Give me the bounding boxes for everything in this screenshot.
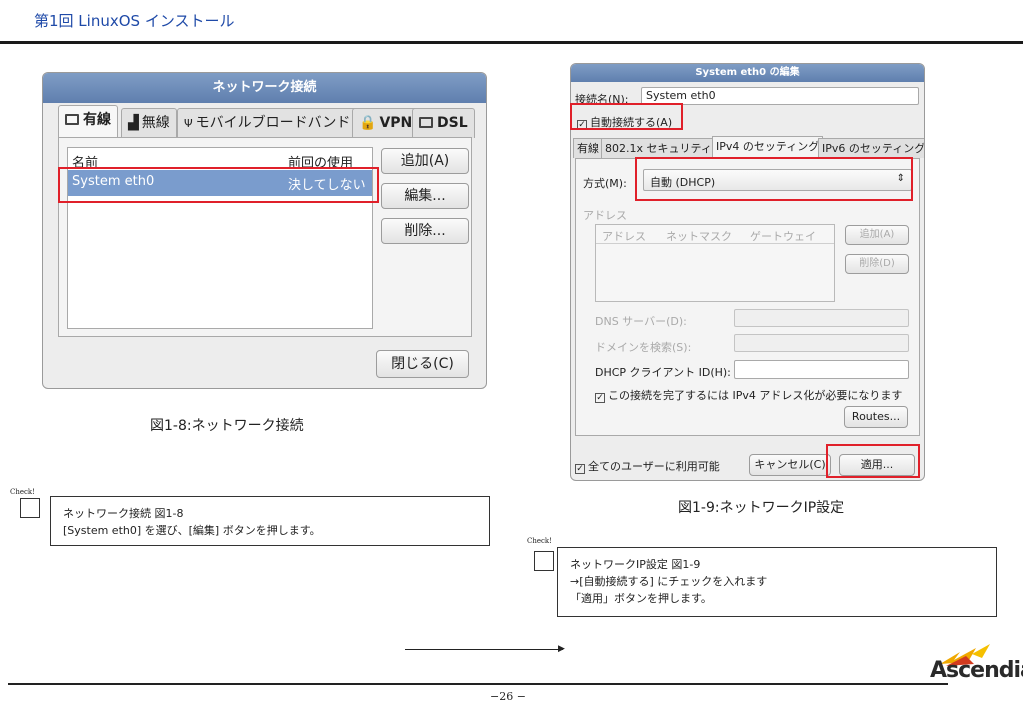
dsl-icon bbox=[419, 117, 433, 128]
table-divider bbox=[596, 243, 834, 244]
checkmark-icon: ✓ bbox=[575, 464, 585, 474]
address-add-button[interactable]: 追加(A) bbox=[845, 225, 909, 245]
tab-dsl[interactable]: DSL bbox=[412, 108, 475, 138]
search-domains-label: ドメインを検索(S): bbox=[595, 341, 692, 354]
dns-label: DNS サーバー(D): bbox=[595, 315, 687, 328]
add-button[interactable]: 追加(A) bbox=[381, 148, 469, 174]
require-ipv4-checkbox[interactable]: ✓ この接続を完了するには IPv4 アドレス化が必要になります bbox=[595, 387, 902, 403]
dhcp-client-id-field[interactable] bbox=[734, 360, 909, 379]
check-label: Check! bbox=[527, 537, 552, 545]
tab-vpn[interactable]: 🔒 VPN bbox=[352, 108, 420, 138]
note-line: →[自動接続する] にチェックを入れます bbox=[570, 575, 768, 588]
tab-wireless[interactable]: ▟ 無線 bbox=[121, 108, 177, 138]
highlight-system-eth0 bbox=[58, 167, 379, 203]
all-users-checkbox[interactable]: ✓ 全てのユーザーに利用可能 bbox=[575, 458, 720, 474]
tab-ipv4-settings[interactable]: IPv4 のセッティング bbox=[712, 136, 824, 158]
note-line: 「適用」ボタンを押します。 bbox=[570, 592, 712, 605]
note-line: ネットワークIP設定 図1-9 bbox=[570, 558, 701, 571]
document-title: 第1回 LinuxOS インストール bbox=[34, 12, 235, 30]
routes-button[interactable]: Routes... bbox=[844, 406, 908, 428]
note-box-left: ネットワーク接続 図1-8 [System eth0] を選び、[編集] ボタン… bbox=[50, 496, 490, 546]
tab-mobile-broadband[interactable]: Ψ モバイルブロードバンド bbox=[177, 108, 358, 138]
flow-arrow-line bbox=[405, 649, 563, 650]
vpn-lock-icon: 🔒 bbox=[359, 115, 377, 131]
delete-button[interactable]: 削除... bbox=[381, 218, 469, 244]
antenna-icon: Ψ bbox=[184, 117, 193, 130]
note-line: ネットワーク接続 図1-8 bbox=[63, 507, 184, 520]
cancel-button[interactable]: キャンセル(C) bbox=[749, 454, 831, 476]
wireless-icon: ▟ bbox=[128, 115, 139, 131]
arrow-right-icon: ▶ bbox=[558, 644, 565, 654]
dhcp-client-id-label: DHCP クライアント ID(H): bbox=[595, 366, 731, 379]
task-checkbox[interactable] bbox=[534, 551, 554, 571]
page-number: −26 − bbox=[490, 690, 526, 703]
ascendia-logo: Ascendia bbox=[930, 640, 1023, 683]
col-address: アドレス bbox=[602, 230, 646, 243]
note-line: [System eth0] を選び、[編集] ボタンを押します。 bbox=[63, 524, 321, 537]
left-figure-caption: 図1-8:ネットワーク接続 bbox=[150, 418, 304, 434]
col-gateway: ゲートウェイ bbox=[750, 230, 816, 243]
checkmark-icon: ✓ bbox=[595, 393, 605, 403]
tab-wired-edit[interactable]: 有線 bbox=[573, 138, 603, 158]
method-label: 方式(M): bbox=[583, 177, 627, 190]
wired-icon bbox=[65, 114, 79, 125]
address-section-label: アドレス bbox=[583, 209, 627, 222]
tab-wired[interactable]: 有線 bbox=[58, 105, 118, 138]
dialog-title: ネットワーク接続 bbox=[43, 73, 486, 103]
network-connections-dialog: ネットワーク接続 有線 ▟ 無線 Ψ モバイルブロードバンド 🔒 VPN DSL 名前… bbox=[42, 72, 487, 389]
logo-text: Ascendia bbox=[930, 658, 1023, 683]
highlight-auto-connect bbox=[570, 103, 683, 130]
header-rule bbox=[0, 41, 1023, 44]
edit-button[interactable]: 編集... bbox=[381, 183, 469, 209]
edit-dialog-title: System eth0 の編集 bbox=[571, 64, 924, 82]
footer-rule bbox=[8, 683, 948, 685]
right-figure-caption: 図1-9:ネットワークIP設定 bbox=[678, 500, 845, 516]
address-table: アドレス ネットマスク ゲートウェイ bbox=[595, 224, 835, 302]
check-label: Check! bbox=[10, 488, 35, 496]
dns-field[interactable] bbox=[734, 309, 909, 327]
tab-ipv6-settings[interactable]: IPv6 のセッティング bbox=[818, 138, 924, 158]
note-box-right: ネットワークIP設定 図1-9 →[自動接続する] にチェックを入れます 「適用… bbox=[557, 547, 997, 617]
address-delete-button[interactable]: 削除(D) bbox=[845, 254, 909, 274]
tab-8021x-security[interactable]: 802.1x セキュリティ bbox=[601, 138, 716, 158]
highlight-method bbox=[635, 157, 913, 201]
close-button[interactable]: 閉じる(C) bbox=[376, 350, 469, 378]
task-checkbox[interactable] bbox=[20, 498, 40, 518]
highlight-apply bbox=[826, 444, 920, 478]
search-domains-field[interactable] bbox=[734, 334, 909, 352]
col-netmask: ネットマスク bbox=[666, 230, 732, 243]
